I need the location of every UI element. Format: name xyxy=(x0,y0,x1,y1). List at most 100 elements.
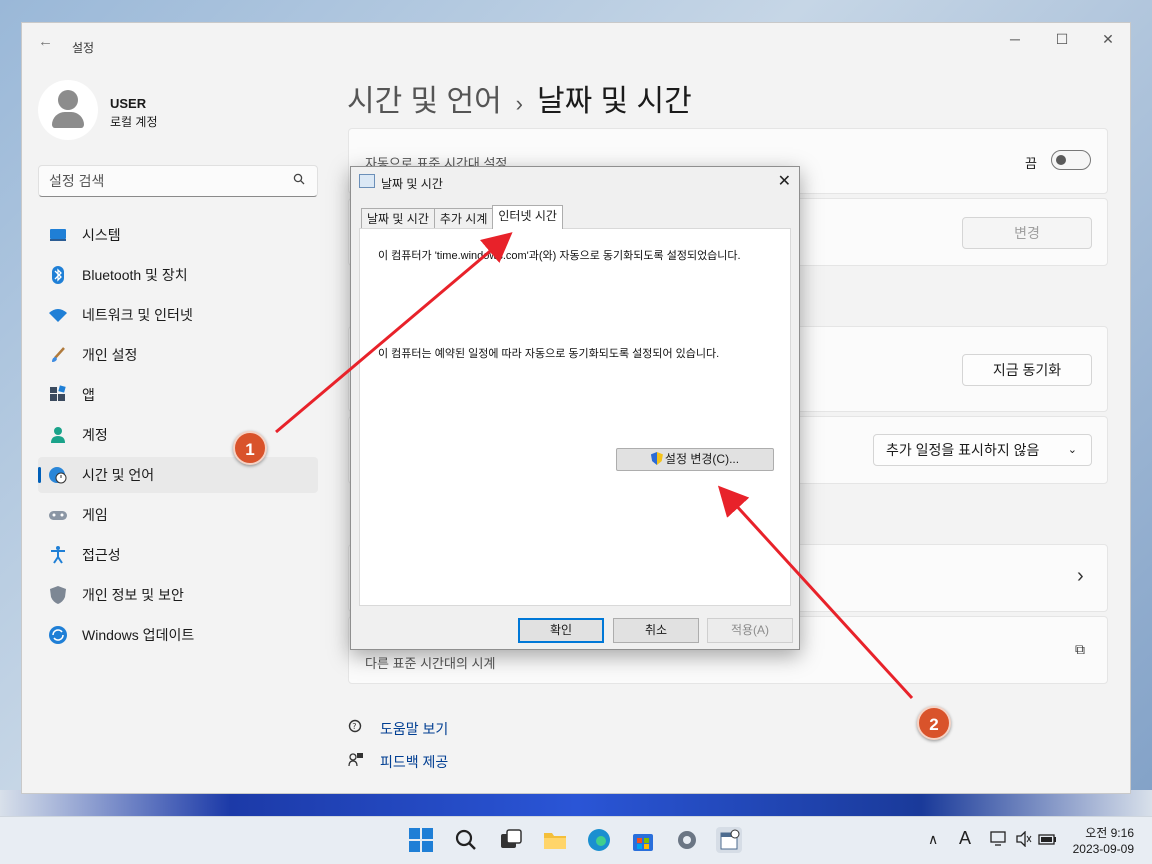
sidebar-item-label: 앱 xyxy=(82,387,95,403)
sidebar-item-label: 계정 xyxy=(82,427,108,443)
date-time-app-icon[interactable] xyxy=(716,827,742,853)
shield-icon xyxy=(48,585,68,605)
dialog-close-button[interactable]: ✕ xyxy=(778,171,791,191)
breadcrumb-separator: › xyxy=(515,91,523,116)
gamepad-icon xyxy=(48,505,68,525)
callout-1: 1 xyxy=(233,431,267,465)
apply-button[interactable]: 적용(A) xyxy=(707,618,793,643)
change-button[interactable]: 변경 xyxy=(962,217,1092,249)
ok-button[interactable]: 확인 xyxy=(518,618,604,643)
sidebar-item-label: 개인 설정 xyxy=(82,347,138,363)
external-link-icon: ⧉ xyxy=(1075,641,1085,657)
task-view-icon[interactable] xyxy=(498,827,524,853)
chevron-right-icon: › xyxy=(1077,565,1084,587)
volume-icon[interactable] xyxy=(1015,830,1033,850)
dialog-title: 날짜 및 시간 xyxy=(381,177,443,191)
dialog-tabs: 날짜 및 시간 추가 시계 인터넷 시간 xyxy=(361,205,563,229)
page-title: 시간 및 언어 › 날짜 및 시간 xyxy=(347,76,692,120)
calendar-clock-icon xyxy=(359,174,375,188)
search-input[interactable] xyxy=(39,166,279,196)
taskbar: ∧ A 오전 9:16 2023-09-09 xyxy=(0,816,1152,864)
sidebar-item-label: Bluetooth 및 장치 xyxy=(82,267,188,283)
help-link[interactable]: 도움말 보기 xyxy=(380,719,448,739)
sidebar-item-label: Windows 업데이트 xyxy=(82,627,195,643)
battery-icon[interactable] xyxy=(1038,831,1058,850)
auto-timezone-state: 끔 xyxy=(1025,156,1037,171)
title-bar: ← 설정 ─ ☐ ✕ xyxy=(22,23,1130,59)
sidebar-item-label: 시간 및 언어 xyxy=(82,467,155,483)
accessibility-icon xyxy=(48,545,68,565)
back-button[interactable]: ← xyxy=(38,33,53,50)
avatar[interactable] xyxy=(38,80,98,140)
other-clocks-label: 다른 표준 시간대의 시계 xyxy=(365,656,496,671)
bluetooth-icon xyxy=(48,265,68,285)
ime-indicator[interactable]: A xyxy=(959,828,971,849)
brush-icon xyxy=(48,345,68,365)
sidebar-item-gaming[interactable]: 게임 xyxy=(38,497,318,533)
update-icon xyxy=(48,625,68,645)
sidebar-item-time-language[interactable]: 시간 및 언어 xyxy=(38,457,318,493)
cancel-button[interactable]: 취소 xyxy=(613,618,699,643)
search-box xyxy=(38,165,318,197)
breadcrumb-current: 날짜 및 시간 xyxy=(537,85,692,118)
date-time-dialog: 날짜 및 시간 ✕ 날짜 및 시간 추가 시계 인터넷 시간 이 컴퓨터가 't… xyxy=(350,166,800,650)
avatar-body xyxy=(52,112,84,128)
change-settings-button[interactable]: 설정 변경(C)... xyxy=(616,448,774,471)
sidebar-item-windows-update[interactable]: Windows 업데이트 xyxy=(38,617,318,653)
store-icon[interactable] xyxy=(630,827,656,853)
file-explorer-icon[interactable] xyxy=(542,827,568,853)
internet-time-panel: 이 컴퓨터가 'time.windows.com'과(와) 자동으로 동기화되도… xyxy=(359,228,791,606)
start-button[interactable] xyxy=(408,827,434,853)
feedback-link[interactable]: 피드백 제공 xyxy=(380,752,448,772)
change-settings-label: 설정 변경(C)... xyxy=(664,452,740,466)
uac-shield-icon xyxy=(650,452,663,465)
sidebar-item-personalization[interactable]: 개인 설정 xyxy=(38,337,318,373)
wifi-icon xyxy=(48,305,68,325)
calendar-dropdown-value: 추가 일정을 표시하지 않음 xyxy=(886,442,1040,458)
tab-additional-clocks[interactable]: 추가 시계 xyxy=(433,208,494,229)
tab-internet-time[interactable]: 인터넷 시간 xyxy=(492,205,563,229)
clock-date: 2023-09-09 xyxy=(1072,842,1134,856)
search-icon[interactable] xyxy=(453,827,479,853)
system-clock[interactable]: 오전 9:16 2023-09-09 xyxy=(1073,825,1134,857)
close-button[interactable]: ✕ xyxy=(1093,31,1123,51)
sync-now-button[interactable]: 지금 동기화 xyxy=(962,354,1092,386)
minimize-button[interactable]: ─ xyxy=(1000,31,1030,51)
avatar-head xyxy=(58,90,78,110)
apps-icon xyxy=(48,385,68,405)
maximize-button[interactable]: ☐ xyxy=(1047,31,1077,51)
chevron-down-icon: ⌄ xyxy=(1067,444,1077,456)
person-icon xyxy=(48,425,68,445)
feedback-icon xyxy=(348,752,364,771)
edge-icon[interactable] xyxy=(586,827,612,853)
calendar-dropdown[interactable]: 추가 일정을 표시하지 않음 ⌄ xyxy=(873,434,1092,466)
user-name: USER xyxy=(110,96,147,111)
sidebar-item-network[interactable]: 네트워크 및 인터넷 xyxy=(38,297,318,333)
sidebar-item-label: 게임 xyxy=(82,507,108,523)
search-icon[interactable] xyxy=(293,173,305,188)
sidebar-item-accounts[interactable]: 계정 xyxy=(38,417,318,453)
account-type: 로컬 계정 xyxy=(110,115,158,129)
sidebar-item-label: 시스템 xyxy=(82,227,121,243)
network-icon[interactable] xyxy=(990,831,1008,850)
clock-time: 오전 9:16 xyxy=(1085,826,1134,840)
sidebar-item-privacy[interactable]: 개인 정보 및 보안 xyxy=(38,577,318,613)
sync-schedule-text: 이 컴퓨터는 예약된 일정에 따라 자동으로 동기화되도록 설정되어 있습니다. xyxy=(378,348,720,360)
tab-date-time[interactable]: 날짜 및 시간 xyxy=(361,208,435,229)
sidebar-item-apps[interactable]: 앱 xyxy=(38,377,318,413)
settings-gear-icon[interactable] xyxy=(674,827,700,853)
clock-globe-icon xyxy=(48,465,68,485)
auto-timezone-toggle[interactable] xyxy=(1051,150,1091,170)
sidebar-item-label: 네트워크 및 인터넷 xyxy=(82,307,193,323)
sidebar-item-bluetooth[interactable]: Bluetooth 및 장치 xyxy=(38,257,318,293)
tray-overflow-button[interactable]: ∧ xyxy=(928,831,938,848)
app-title: 설정 xyxy=(72,41,95,55)
sidebar-item-system[interactable]: 시스템 xyxy=(38,217,318,253)
sidebar-item-accessibility[interactable]: 접근성 xyxy=(38,537,318,573)
sidebar-nav: 시스템 Bluetooth 및 장치 네트워크 및 인터넷 개인 설정 앱 계정… xyxy=(38,217,318,657)
callout-2: 2 xyxy=(917,706,951,740)
monitor-icon xyxy=(48,225,68,245)
help-icon: ? xyxy=(348,719,364,738)
sidebar-item-label: 개인 정보 및 보안 xyxy=(82,587,184,603)
breadcrumb-parent[interactable]: 시간 및 언어 xyxy=(347,85,502,118)
